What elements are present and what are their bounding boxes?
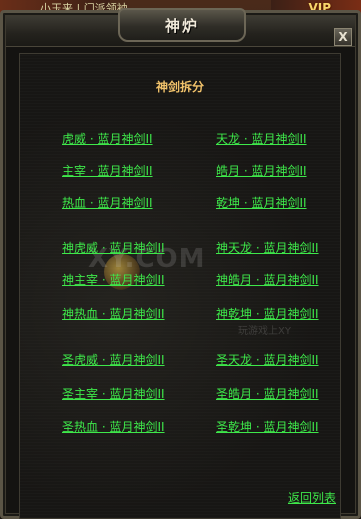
split-link-qiankun[interactable]: 乾坤 · 蓝月神剑II bbox=[216, 194, 307, 211]
watermark-text: 玩游戏上XY bbox=[238, 326, 291, 337]
back-to-list-link[interactable]: 返回列表 bbox=[288, 489, 336, 506]
split-link-shen-tianlong[interactable]: 神天龙 · 蓝月神剑II bbox=[216, 239, 319, 256]
split-link-sheng-haoyue[interactable]: 圣皓月 · 蓝月神剑II bbox=[216, 385, 319, 402]
close-icon: X bbox=[338, 30, 348, 44]
content-panel: 神剑拆分 XY.COM 玩游戏上XY 虎威 · 蓝月神剑II 天龙 · 蓝月神剑… bbox=[19, 53, 341, 519]
split-link-sheng-rexue[interactable]: 圣热血 · 蓝月神剑II bbox=[62, 418, 165, 435]
split-link-shen-haoyue[interactable]: 神皓月 · 蓝月神剑II bbox=[216, 271, 319, 288]
title-bar: 神炉 X bbox=[6, 8, 355, 47]
split-link-sheng-huwei[interactable]: 圣虎威 · 蓝月神剑II bbox=[62, 351, 165, 368]
split-link-rexue[interactable]: 热血 · 蓝月神剑II bbox=[62, 194, 153, 211]
game-screen: 小玉来 | 门派领袖 VIP 神炉 X 神剑拆分 XY.COM 玩游戏上XY 虎… bbox=[0, 0, 361, 519]
split-link-sheng-qiankun[interactable]: 圣乾坤 · 蓝月神剑II bbox=[216, 418, 319, 435]
split-link-tianlong[interactable]: 天龙 · 蓝月神剑II bbox=[216, 130, 307, 147]
split-link-shen-qiankun[interactable]: 神乾坤 · 蓝月神剑II bbox=[216, 305, 319, 322]
title-tab: 神炉 bbox=[118, 8, 246, 42]
close-button[interactable]: X bbox=[334, 28, 352, 46]
split-link-zhuzai[interactable]: 主宰 · 蓝月神剑II bbox=[62, 162, 153, 179]
shenlu-window: 神炉 X 神剑拆分 XY.COM 玩游戏上XY 虎威 · 蓝月神剑II 天龙 ·… bbox=[0, 8, 361, 519]
split-link-huwei[interactable]: 虎威 · 蓝月神剑II bbox=[62, 130, 153, 147]
split-link-shen-huwei[interactable]: 神虎威 · 蓝月神剑II bbox=[62, 239, 165, 256]
split-link-shen-zhuzai[interactable]: 神主宰 · 蓝月神剑II bbox=[62, 271, 165, 288]
section-title: 神剑拆分 bbox=[155, 80, 204, 94]
split-link-haoyue[interactable]: 皓月 · 蓝月神剑II bbox=[216, 162, 307, 179]
split-link-sheng-zhuzai[interactable]: 圣主宰 · 蓝月神剑II bbox=[62, 385, 165, 402]
split-link-shen-rexue[interactable]: 神热血 · 蓝月神剑II bbox=[62, 305, 165, 322]
split-link-sheng-tianlong[interactable]: 圣天龙 · 蓝月神剑II bbox=[216, 351, 319, 368]
window-title: 神炉 bbox=[164, 16, 199, 35]
